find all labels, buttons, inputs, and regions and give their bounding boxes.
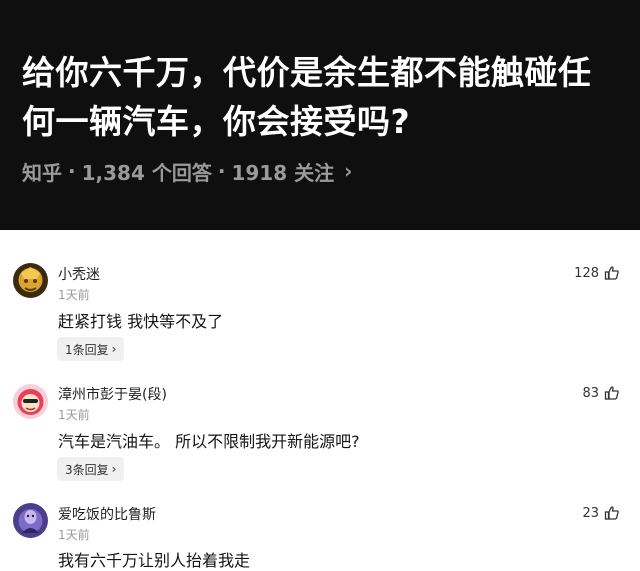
chevron-right-icon: › bbox=[111, 462, 117, 476]
reply-count-label: 3条回复 bbox=[65, 462, 109, 477]
chevron-right-icon: › bbox=[111, 342, 117, 356]
reply-count-button[interactable]: 1条回复 › bbox=[57, 337, 125, 361]
question-title[interactable]: 给你六千万，代价是余生都不能触碰任何一辆汽车，你会接受吗? bbox=[22, 48, 622, 146]
username[interactable]: 漳州市彭于晏(段) bbox=[58, 384, 167, 404]
comment-item: 漳州市彭于晏(段) 1天前 83 汽车是汽油车。 所以不限制我开新能源吧? 3条… bbox=[0, 368, 640, 488]
reply-count-label: 1条回复 bbox=[65, 342, 109, 357]
comment-text: 汽车是汽油车。 所以不限制我开新能源吧? bbox=[58, 432, 360, 451]
comment-item: 爱吃饭的比鲁斯 1天前 23 我有六千万让别人抬着我走 bbox=[0, 488, 640, 571]
like-count: 83 bbox=[582, 385, 599, 401]
like-count: 23 bbox=[582, 505, 599, 521]
like-button[interactable]: 23 bbox=[582, 505, 620, 521]
username[interactable]: 爱吃饭的比鲁斯 bbox=[58, 504, 156, 524]
chevron-right-icon: › bbox=[344, 159, 353, 183]
like-button[interactable]: 128 bbox=[574, 265, 620, 281]
avatar[interactable] bbox=[13, 263, 48, 298]
follower-count: 1918 关注 bbox=[231, 160, 335, 185]
timestamp: 1天前 bbox=[58, 528, 90, 542]
comment-item: 小秃迷 1天前 128 赶紧打钱 我快等不及了 1条回复 › bbox=[0, 248, 640, 368]
thumbs-up-icon bbox=[604, 386, 619, 400]
avatar[interactable] bbox=[13, 503, 48, 538]
source-label: 知乎 bbox=[22, 160, 62, 185]
comment-text: 赶紧打钱 我快等不及了 bbox=[58, 312, 224, 331]
question-card[interactable]: 给你六千万，代价是余生都不能触碰任何一辆汽车，你会接受吗? 知乎 · 1,384… bbox=[0, 0, 640, 230]
meta-separator: · bbox=[68, 159, 76, 183]
comment-text: 我有六千万让别人抬着我走 bbox=[58, 551, 251, 570]
thumbs-up-icon bbox=[604, 266, 619, 280]
reply-count-button[interactable]: 3条回复 › bbox=[57, 457, 125, 481]
timestamp: 1天前 bbox=[58, 408, 90, 422]
like-button[interactable]: 83 bbox=[582, 385, 620, 401]
avatar[interactable] bbox=[13, 384, 48, 419]
thumbs-up-icon bbox=[604, 506, 619, 520]
answer-count: 1,384 个回答 bbox=[81, 160, 212, 185]
like-count: 128 bbox=[574, 265, 599, 281]
meta-separator: · bbox=[217, 159, 226, 183]
timestamp: 1天前 bbox=[58, 288, 90, 302]
username[interactable]: 小秃迷 bbox=[58, 264, 100, 284]
question-meta[interactable]: 知乎 · 1,384 个回答 · 1918 关注 › bbox=[22, 156, 352, 186]
